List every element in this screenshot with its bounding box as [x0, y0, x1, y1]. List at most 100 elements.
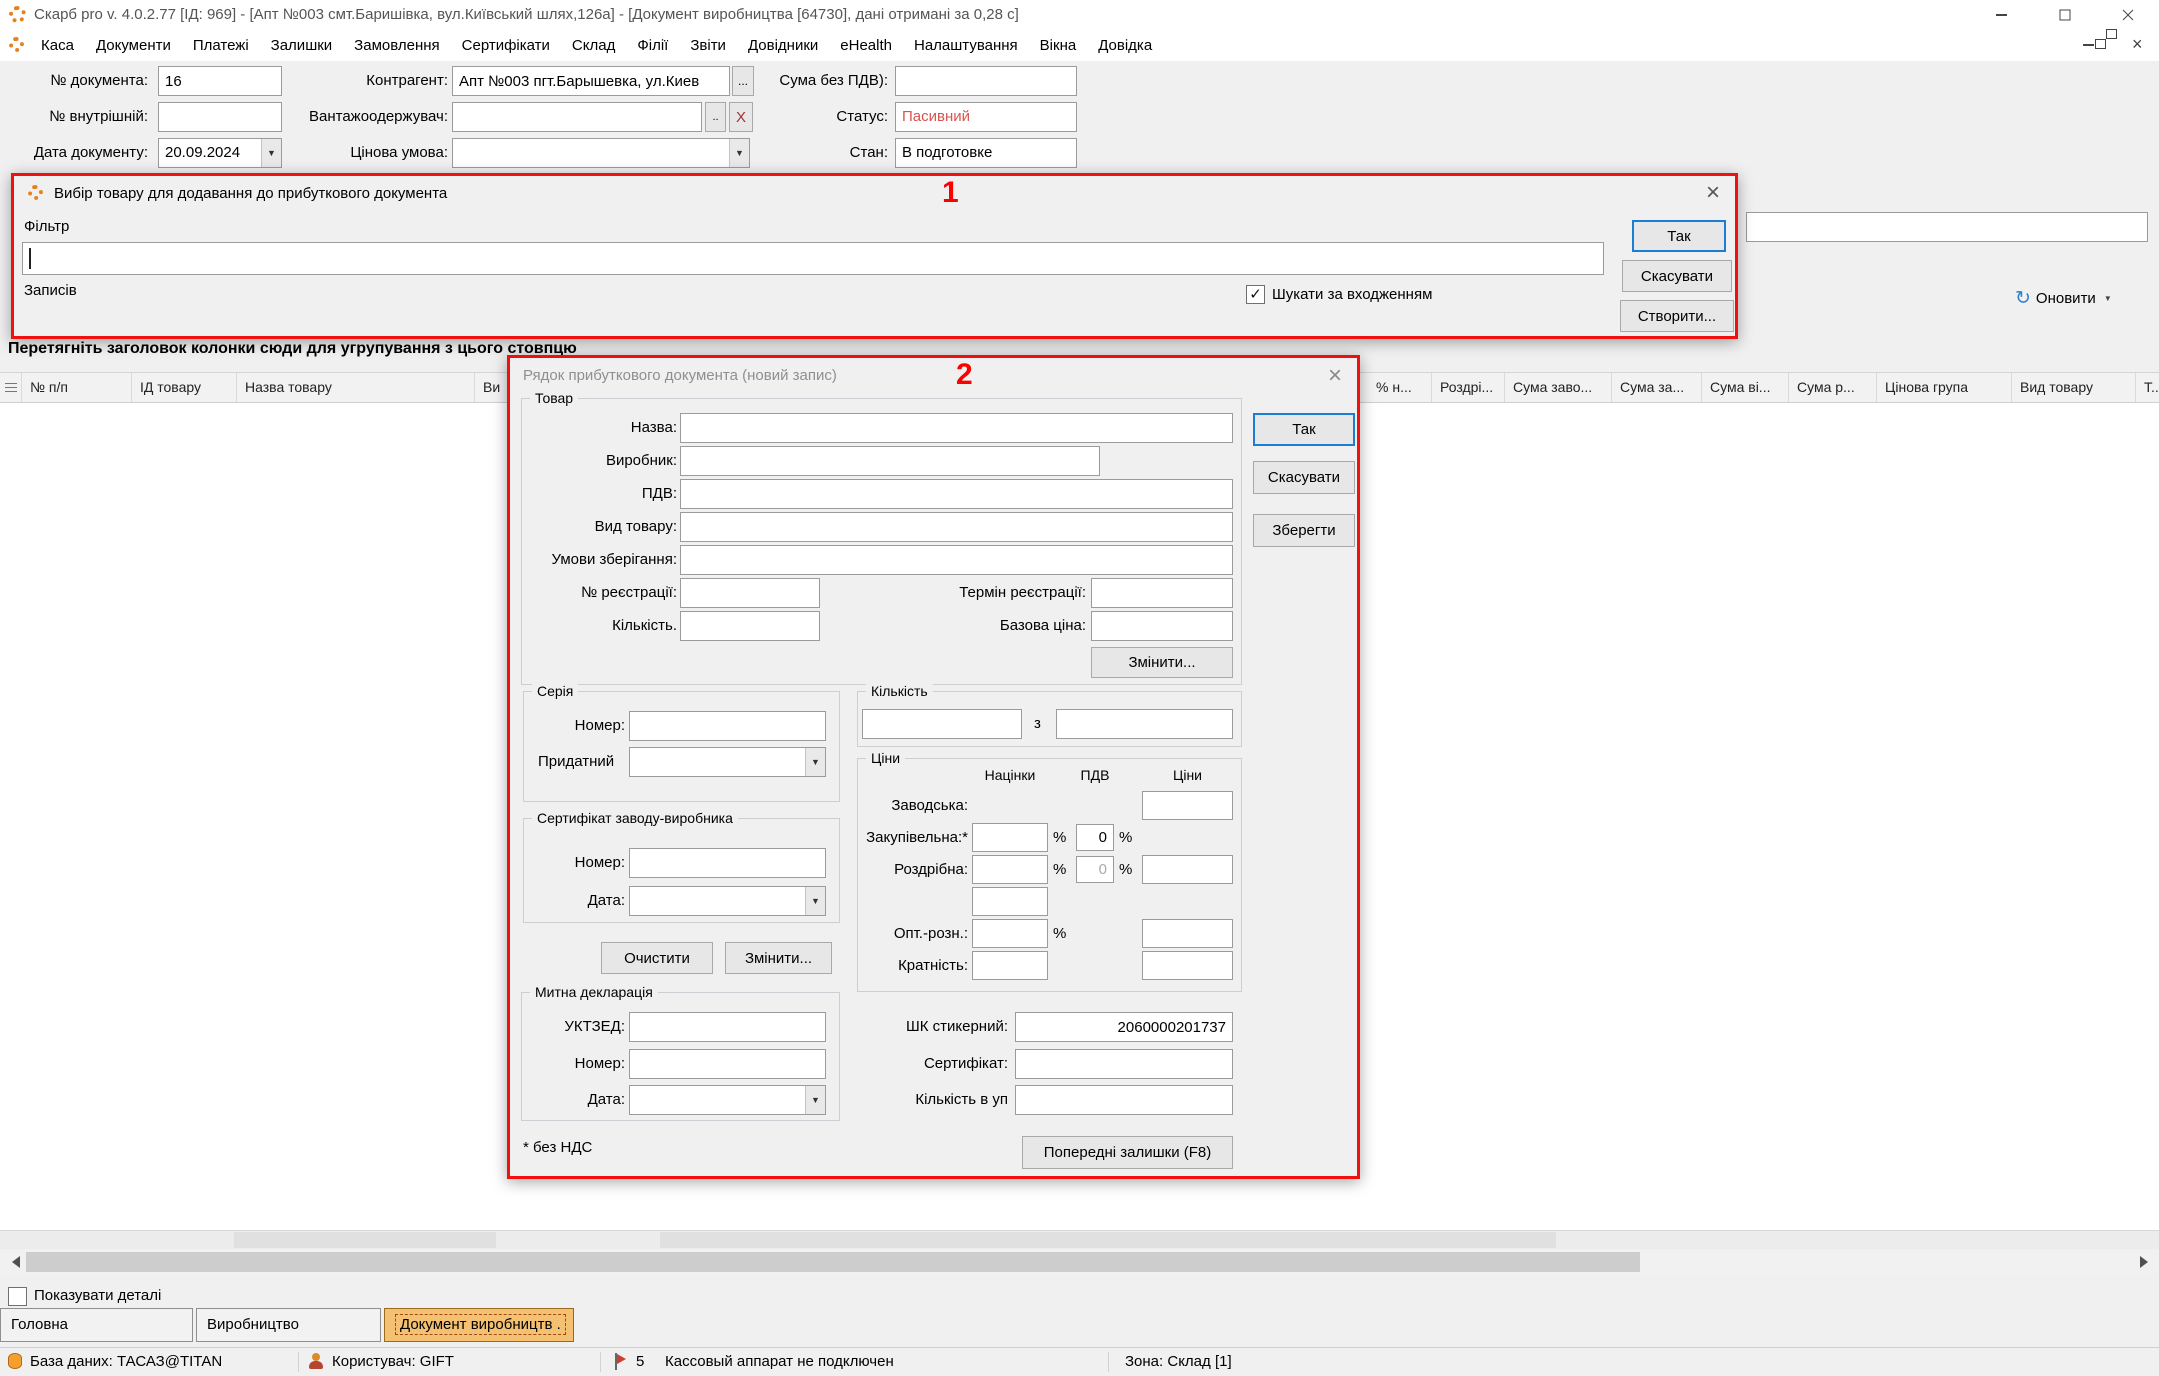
menu-item-kasa[interactable]: Каса [30, 30, 85, 61]
change-button[interactable]: Змінити... [725, 942, 832, 974]
purchase-vat-input[interactable] [1076, 824, 1114, 851]
column-header-suma-za[interactable]: Сума за... [1612, 373, 1702, 402]
menu-item-sklad[interactable]: Склад [561, 30, 626, 61]
chevron-down-icon[interactable]: ▼ [805, 887, 825, 915]
column-header-id[interactable]: ІД товару [132, 373, 237, 402]
extra-markup-input[interactable] [972, 887, 1048, 916]
internal-number-input[interactable] [158, 102, 282, 132]
series-valid-combobox[interactable]: ▼ [629, 747, 826, 777]
wholesale-price-input[interactable] [1142, 919, 1233, 948]
retail-price-input[interactable] [1142, 855, 1233, 884]
mdi-close-button[interactable]: × [2132, 34, 2143, 55]
column-header-suma-zavo[interactable]: Сума заво... [1505, 373, 1612, 402]
tab-dokument-vyrobnytstv[interactable]: Документ виробництв . [384, 1308, 574, 1342]
column-header-price-group[interactable]: Цінова група [1877, 373, 2012, 402]
customs-date-combobox[interactable]: ▼ [629, 1085, 826, 1115]
menu-item-sertyfikaty[interactable]: Сертифікати [451, 30, 561, 61]
ok-button[interactable]: Так [1253, 413, 1355, 446]
filter-input[interactable] [22, 242, 1604, 275]
menu-item-dovidnyky[interactable]: Довідники [737, 30, 829, 61]
close-icon[interactable]: × [1706, 181, 1720, 205]
close-button[interactable] [2096, 0, 2159, 30]
column-header-kind[interactable]: Вид товару [2012, 373, 2136, 402]
customs-number-input[interactable] [629, 1049, 826, 1079]
menu-item-nalashtuvannia[interactable]: Налаштування [903, 30, 1029, 61]
multiplicity-price-input[interactable] [1142, 951, 1233, 980]
column-header-name[interactable]: Назва товару [237, 373, 475, 402]
cancel-button[interactable]: Скасувати [1622, 260, 1732, 292]
tab-vyrobnytstvo[interactable]: Виробництво [196, 1308, 381, 1342]
reg-term-input[interactable] [1091, 578, 1233, 608]
multiplicity-input[interactable] [972, 951, 1048, 980]
doc-date-combobox[interactable]: 20.09.2024 ▼ [158, 138, 282, 168]
column-header-pct[interactable]: % н... [1368, 373, 1432, 402]
search-mode-checkbox[interactable]: ✓ [1246, 285, 1265, 304]
vat-input[interactable] [680, 479, 1233, 509]
minimize-button[interactable] [1970, 0, 2033, 30]
base-price-input[interactable] [1091, 611, 1233, 641]
doc-number-input[interactable] [158, 66, 282, 96]
show-details-checkbox[interactable] [8, 1287, 27, 1306]
storage-input[interactable] [680, 545, 1233, 575]
header-panel-field[interactable] [1746, 212, 2148, 242]
cancel-button[interactable]: Скасувати [1253, 461, 1355, 494]
menu-item-filii[interactable]: Філії [626, 30, 679, 61]
series-number-input[interactable] [629, 711, 826, 741]
product-change-button[interactable]: Змінити... [1091, 647, 1233, 678]
menu-item-dovidka[interactable]: Довідка [1087, 30, 1163, 61]
purchase-markup-input[interactable] [972, 823, 1048, 852]
chevron-down-icon[interactable]: ▼ [261, 139, 281, 167]
close-icon[interactable]: × [1328, 364, 1342, 388]
factory-cert-number-input[interactable] [629, 848, 826, 878]
mdi-minimize-button[interactable] [2083, 44, 2094, 46]
column-header-rozdr[interactable]: Роздрі... [1432, 373, 1505, 402]
ok-button[interactable]: Так [1632, 220, 1726, 252]
maximize-button[interactable] [2033, 0, 2096, 30]
column-header-vy[interactable]: Ви [475, 373, 509, 402]
certificate-input[interactable] [1015, 1049, 1233, 1079]
column-header-t[interactable]: Т... [2136, 373, 2159, 402]
scrollbar-thumb[interactable] [26, 1252, 1640, 1272]
clear-button[interactable]: Очистити [601, 942, 713, 974]
contractor-input[interactable] [452, 66, 730, 96]
column-header-suma-vi[interactable]: Сума ві... [1702, 373, 1789, 402]
price-condition-combobox[interactable]: ▼ [452, 138, 750, 168]
save-button[interactable]: Зберегти [1253, 514, 1355, 547]
quantity-input[interactable] [680, 611, 820, 641]
retail-markup-input[interactable] [972, 855, 1048, 884]
sticker-input[interactable] [1015, 1012, 1233, 1042]
horizontal-scrollbar[interactable] [0, 1250, 2159, 1274]
pack-qty-input[interactable] [1015, 1085, 1233, 1115]
tab-golovna[interactable]: Головна [0, 1308, 193, 1342]
product-name-input[interactable] [680, 413, 1233, 443]
menu-item-zamovlennia[interactable]: Замовлення [343, 30, 450, 61]
menu-item-dokumenty[interactable]: Документи [85, 30, 182, 61]
column-header-npp[interactable]: № п/п [22, 373, 132, 402]
menu-item-zalyshky[interactable]: Залишки [260, 30, 344, 61]
producer-input[interactable] [680, 446, 1100, 476]
menu-item-vikna[interactable]: Вікна [1029, 30, 1088, 61]
refresh-button[interactable]: ↻ Оновити ▼ [2015, 283, 2159, 313]
scroll-right-icon[interactable] [2140, 1256, 2154, 1268]
menu-item-ehealth[interactable]: eHealth [829, 30, 903, 61]
create-button[interactable]: Створити... [1620, 300, 1734, 332]
menu-item-zvity[interactable]: Звіти [679, 30, 737, 61]
chevron-down-icon[interactable]: ▼ [805, 1086, 825, 1114]
quantity-value-input[interactable] [862, 709, 1022, 739]
menu-item-platezhi[interactable]: Платежі [182, 30, 260, 61]
grid-selector-column[interactable] [0, 373, 22, 402]
quantity-total-input[interactable] [1056, 709, 1233, 739]
reg-number-input[interactable] [680, 578, 820, 608]
scroll-left-icon[interactable] [6, 1256, 20, 1268]
uktzed-input[interactable] [629, 1012, 826, 1042]
chevron-down-icon[interactable]: ▼ [805, 748, 825, 776]
column-header-suma-r[interactable]: Сума р... [1789, 373, 1877, 402]
factory-cert-date-combobox[interactable]: ▼ [629, 886, 826, 916]
factory-price-input[interactable] [1142, 791, 1233, 820]
retail-vat-input[interactable] [1076, 856, 1114, 883]
wholesale-markup-input[interactable] [972, 919, 1048, 948]
previous-stock-button[interactable]: Попередні залишки (F8) [1022, 1136, 1233, 1169]
sum-input[interactable] [895, 66, 1077, 96]
product-kind-input[interactable] [680, 512, 1233, 542]
consignee-input[interactable] [452, 102, 702, 132]
